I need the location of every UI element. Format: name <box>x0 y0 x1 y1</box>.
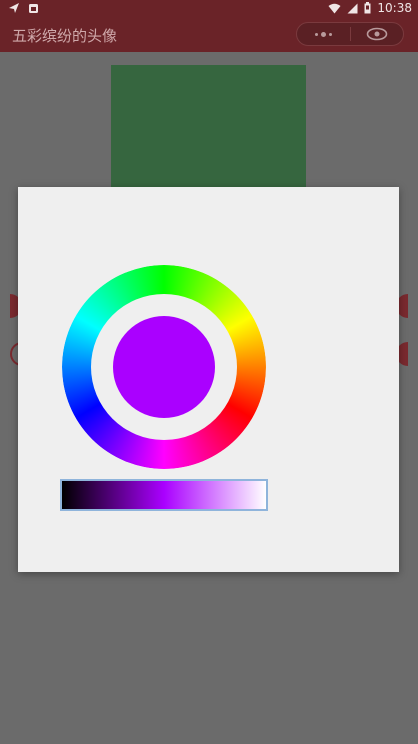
mini-program-capsule <box>296 22 404 46</box>
send-icon <box>9 3 19 13</box>
battery-icon <box>364 2 371 14</box>
avatar-preview <box>111 65 306 189</box>
status-time: 10:38 <box>377 1 412 15</box>
screen: 10:38 五彩缤纷的头像 <box>0 0 418 744</box>
signal-icon <box>347 3 358 13</box>
notification-icon <box>29 3 38 13</box>
close-icon <box>366 27 388 41</box>
more-button[interactable] <box>297 23 350 45</box>
brightness-gradient <box>62 481 266 509</box>
color-picker-dialog <box>18 187 399 572</box>
brightness-slider[interactable] <box>60 479 268 511</box>
status-bar: 10:38 <box>0 0 418 18</box>
status-right: 10:38 <box>328 1 412 15</box>
wifi-icon <box>328 3 341 13</box>
close-button[interactable] <box>351 23 403 45</box>
page-title: 五彩缤纷的头像 <box>12 27 118 45</box>
more-icon <box>315 32 318 36</box>
app-bar: 五彩缤纷的头像 <box>0 18 418 52</box>
more-icon-center-dot <box>321 31 326 37</box>
selected-color-preview <box>113 316 215 418</box>
status-left <box>8 2 39 14</box>
more-icon-dot <box>329 32 332 36</box>
